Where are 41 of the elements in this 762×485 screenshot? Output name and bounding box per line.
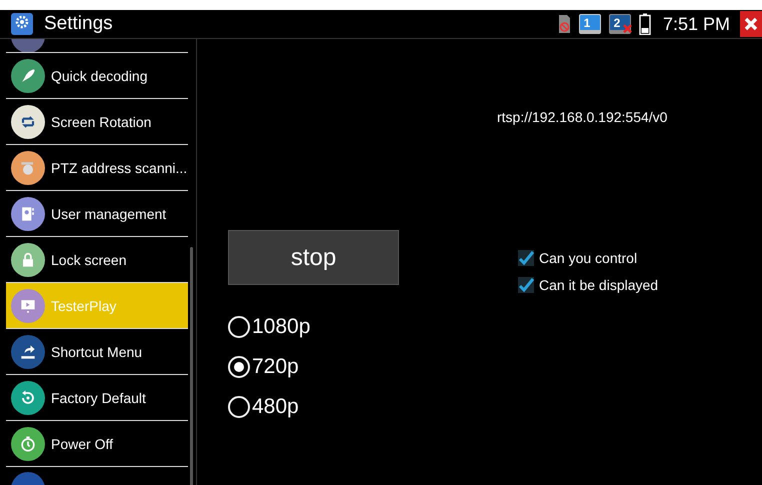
menu-item-label: Shortcut Menu bbox=[51, 344, 142, 360]
resolution-radio[interactable]: 720p bbox=[228, 347, 518, 387]
option-checkbox[interactable]: Can you control bbox=[518, 250, 658, 266]
menu-item-label: Lock screen bbox=[51, 252, 126, 268]
settings-gear-icon bbox=[10, 12, 34, 36]
lock-icon bbox=[11, 242, 45, 276]
menu-item-label: Factory Default bbox=[51, 390, 146, 406]
reset-icon bbox=[11, 380, 45, 414]
menu-item-label: TesterPlay bbox=[51, 298, 116, 314]
close-icon bbox=[743, 16, 759, 32]
menu-item[interactable]: Power Off bbox=[6, 421, 188, 467]
menu-item-label: Power Off bbox=[51, 436, 113, 452]
menu-item[interactable]: Shortcut Menu bbox=[6, 329, 188, 375]
stop-button[interactable]: stop bbox=[228, 230, 399, 285]
camera-icon bbox=[11, 150, 45, 184]
resolution-radio[interactable]: 480p bbox=[228, 387, 518, 427]
menu-item-label: User management bbox=[51, 206, 166, 222]
battery-icon bbox=[638, 13, 651, 35]
menu-item-label: Screen Rotation bbox=[51, 114, 152, 130]
menu-item[interactable]: Factory Default bbox=[6, 375, 188, 421]
rotate-icon bbox=[11, 104, 45, 138]
option-checkbox[interactable]: Can it be displayed bbox=[518, 277, 658, 293]
menu-item[interactable]: Screen Rotation bbox=[6, 99, 188, 145]
menu-item[interactable]: PTZ address scanni... bbox=[6, 145, 188, 191]
stream-url: rtsp://192.168.0.192:554/v0 bbox=[497, 109, 668, 125]
share-icon bbox=[11, 334, 45, 368]
menu-item[interactable]: User management bbox=[6, 191, 188, 237]
resolution-radio[interactable]: 1080p bbox=[228, 307, 518, 347]
monitor-crossed-icon: 2 bbox=[608, 14, 631, 34]
clock-time: 7:51 PM bbox=[662, 14, 730, 34]
menu-item-label: PTZ address scanni... bbox=[51, 160, 188, 176]
monitor-icon: 1 bbox=[578, 14, 601, 34]
menu-item[interactable]: Quick decoding bbox=[6, 53, 188, 99]
scrollbar-thumb[interactable] bbox=[190, 247, 193, 485]
sd-card-icon bbox=[556, 14, 571, 34]
presentation-icon bbox=[11, 288, 45, 322]
contact-card-icon bbox=[11, 196, 45, 230]
window-title: Settings bbox=[44, 13, 113, 35]
menu-item-label: Quick decoding bbox=[51, 68, 148, 84]
stopwatch-icon bbox=[11, 426, 45, 460]
close-button[interactable] bbox=[740, 11, 762, 37]
